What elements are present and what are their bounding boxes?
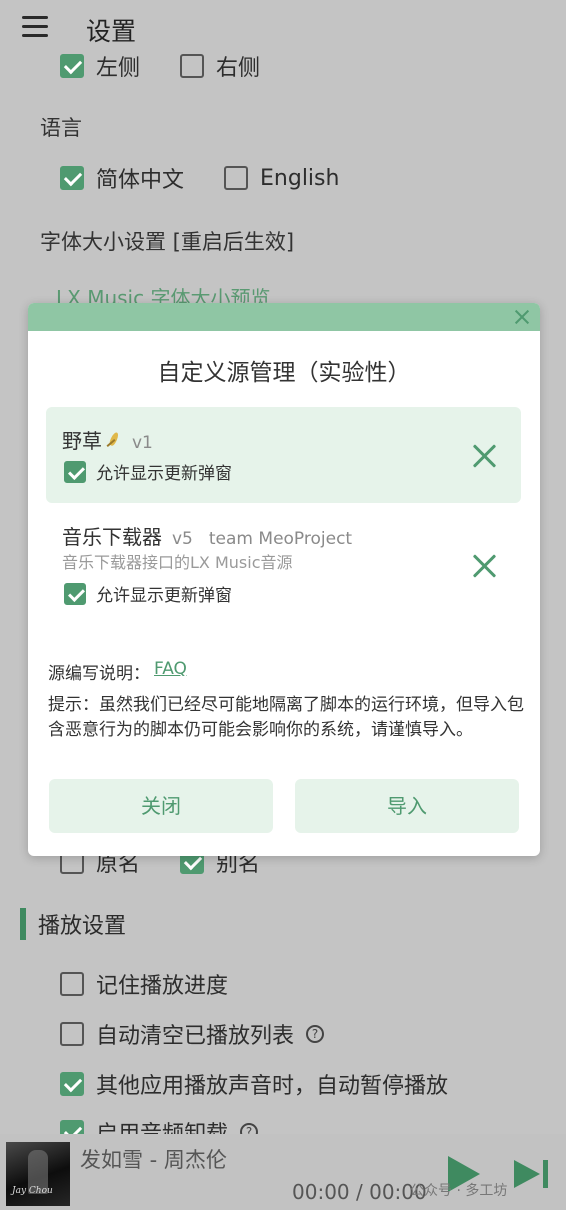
page-title: 设置 [86,17,137,46]
source-version: v1 [132,433,153,453]
wheat-icon [104,430,122,450]
source-name-line: 音乐下载器 v5 team MeoProject [62,521,352,550]
language-en-checkbox[interactable] [224,166,249,190]
language-en-label[interactable]: English [260,166,339,191]
font-size-label: 字体大小设置 [重启后生效] [40,230,295,254]
allow-update-label: 允许显示更新弹窗 [96,464,232,484]
play-time: 00:00 / 00:00 [292,1180,427,1204]
allow-update-checkbox[interactable] [64,582,86,605]
import-button[interactable]: 导入 [295,779,519,833]
faq-link[interactable]: FAQ [154,659,187,684]
auto-pause-checkbox[interactable] [60,1072,84,1096]
remove-source-button[interactable] [471,553,497,579]
playback-option[interactable]: 自动清空已播放列表 ? [60,1018,325,1050]
dialog-top-bar [28,303,540,331]
album-art[interactable]: Jay Chou [6,1142,70,1206]
language-label: 语言 [40,116,82,140]
help-icon[interactable]: ? [306,1025,325,1043]
position-right-checkbox[interactable] [180,54,205,78]
doc-line: 源编写说明： FAQ [48,659,187,684]
source-author: team MeoProject [208,529,353,549]
source-version: v5 [172,529,193,549]
position-row: 左侧 右侧 [60,50,260,82]
remove-source-button[interactable] [471,443,497,469]
dialog-title: 自定义源管理（实验性） [157,360,411,386]
auto-clear-checkbox[interactable] [60,1022,84,1046]
playback-option-label: 自动清空已播放列表 [96,1024,295,1049]
allow-update-label: 允许显示更新弹窗 [96,586,232,606]
playback-option[interactable]: 记住播放进度 [60,968,228,1000]
allow-update-checkbox[interactable] [64,460,86,483]
album-text: Jay Chou [12,1186,53,1196]
playback-option-label: 记住播放进度 [96,974,229,999]
position-left-label: 左侧 [96,56,141,81]
source-name: 音乐下载器 [62,525,162,549]
song-title: 发如雪 - 周杰伦 [80,1148,227,1172]
playback-section-title: 播放设置 [38,914,127,939]
remember-progress-checkbox[interactable] [60,972,84,996]
position-right-label: 右侧 [216,56,261,81]
source-item[interactable]: 野草 v1 允许显示更新弹窗 [46,407,521,503]
source-item[interactable]: 音乐下载器 v5 team MeoProject 音乐下载器接口的LX Music音… [46,511,521,621]
playback-option[interactable]: 其他应用播放声音时，自动暂停播放 [60,1068,448,1100]
allow-update-toggle[interactable]: 允许显示更新弹窗 [64,459,232,484]
section-indicator [20,908,26,940]
playback-option-label: 其他应用播放声音时，自动暂停播放 [96,1074,449,1099]
source-description: 音乐下载器接口的LX Music音源 [62,553,293,572]
allow-update-toggle[interactable]: 允许显示更新弹窗 [64,581,232,606]
source-name: 野草 [62,429,102,453]
menu-icon[interactable] [22,16,48,38]
source-name-line: 野草 v1 [62,425,153,454]
close-icon[interactable] [512,307,532,327]
doc-label: 源编写说明： [48,664,150,684]
warning-tip: 提示：虽然我们已经尽可能地隔离了脚本的运行环境，但导入包含恶意行为的脚本仍可能会… [48,695,524,740]
custom-source-dialog: 自定义源管理（实验性） 野草 v1 允许显示更新弹窗 音乐下载器 v5 team Me… [28,303,540,856]
watermark: 公众号 · 多工坊 [410,1183,508,1199]
next-track-icon[interactable] [514,1160,548,1188]
language-row: 简体中文 English [60,162,339,194]
position-left-checkbox[interactable] [60,54,84,78]
app-header: 设置 [0,0,566,56]
language-zh-label[interactable]: 简体中文 [96,162,184,194]
close-button[interactable]: 关闭 [49,779,273,833]
language-zh-checkbox[interactable] [60,166,84,190]
